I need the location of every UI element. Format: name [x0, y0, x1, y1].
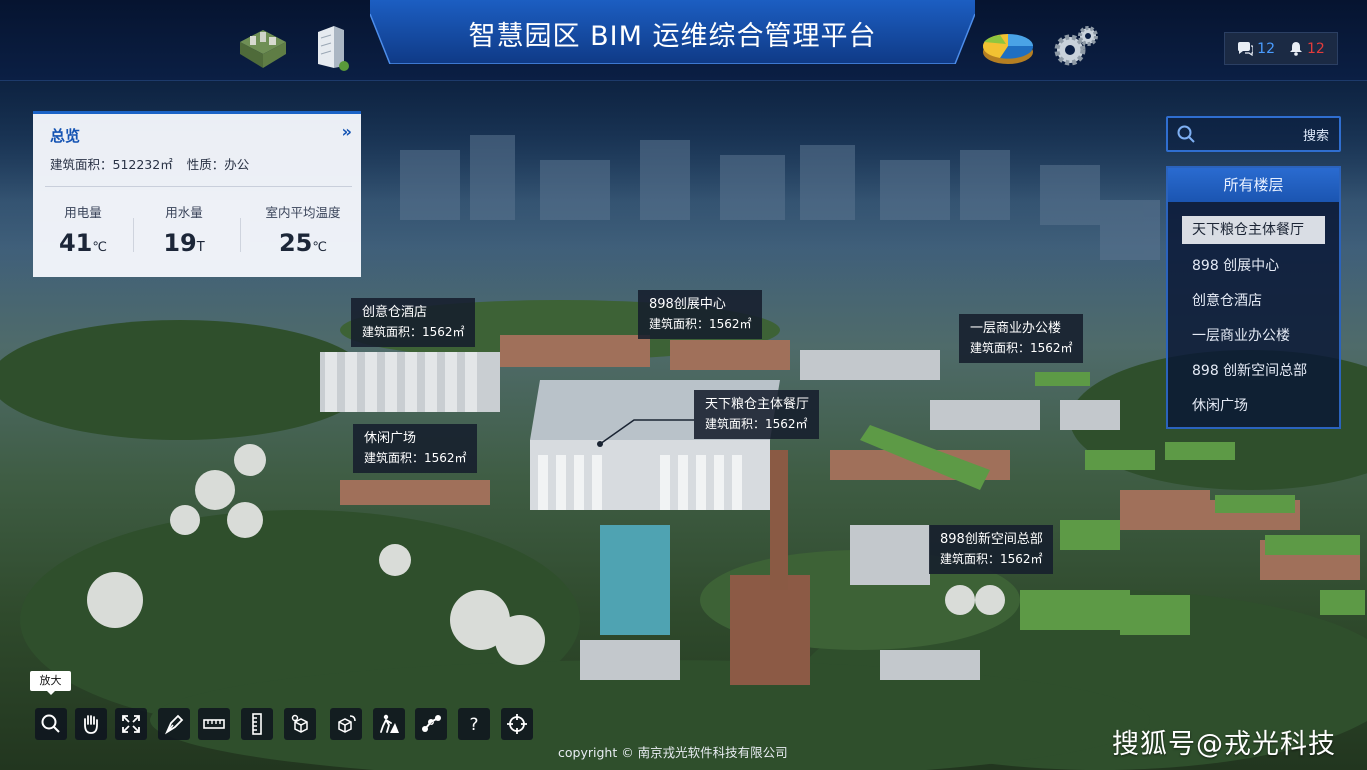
overview-panel: 总览 » 建筑面积：512232㎡ 性质：办公 用电量 41℃ 用水量 19T 室…: [33, 111, 361, 277]
help-icon: ?: [469, 715, 478, 735]
divider: [45, 186, 352, 187]
stat-value: 25℃: [253, 229, 353, 257]
floor-item-office[interactable]: 一层商业办公楼: [1182, 322, 1325, 350]
stat-label: 用电量: [64, 205, 102, 220]
pan-button[interactable]: [75, 708, 107, 740]
map-label-exhibition[interactable]: 898创展中心 建筑面积：1562㎡: [638, 290, 762, 339]
label-area: 建筑面积：1562㎡: [362, 325, 465, 339]
search-button[interactable]: 搜索: [1303, 125, 1329, 144]
search-icon: [1177, 125, 1195, 143]
label-area: 建筑面积：1562㎡: [364, 451, 467, 465]
floor-item-exhibition[interactable]: 898 创展中心: [1182, 252, 1325, 280]
stat-unit: ℃: [312, 240, 327, 255]
floor-list-title[interactable]: 所有楼层: [1168, 168, 1339, 202]
search-input[interactable]: [1202, 123, 1290, 145]
map-label-restaurant[interactable]: 天下粮仓主体餐厅 建筑面积：1562㎡: [694, 390, 820, 439]
zoom-button[interactable]: [35, 708, 67, 740]
floor-item-hotel[interactable]: 创意仓酒店: [1182, 287, 1325, 315]
cube-rotate-icon: [338, 715, 356, 733]
stat-number: 19: [163, 229, 197, 257]
map-label-innovation-hq[interactable]: 898创新空间总部 建筑面积：1562㎡: [929, 525, 1053, 574]
pan-hand-icon: [84, 715, 98, 734]
draw-pen-icon: [164, 714, 184, 735]
expand-icon[interactable]: »: [342, 122, 352, 141]
label-name: 一层商业办公楼: [970, 321, 1062, 336]
label-name: 休闲广场: [364, 431, 417, 446]
overview-title: 总览: [50, 127, 81, 145]
roam-button[interactable]: [373, 708, 405, 740]
messages-button[interactable]: 12: [1237, 41, 1275, 57]
copyright-text: copyright © 南京戎光软件科技有限公司: [558, 745, 788, 760]
stat-label: 室内平均温度: [265, 205, 341, 220]
vertical-ruler-icon: [252, 713, 262, 735]
page-title: 智慧园区 BIM 运维综合管理平台: [468, 21, 877, 52]
label-area: 建筑面积：1562㎡: [649, 317, 752, 331]
floor-item-restaurant[interactable]: 天下粮仓主体餐厅: [1182, 216, 1325, 244]
stat-unit: T: [196, 240, 205, 255]
floor-item-innovation-hq[interactable]: 898 创新空间总部: [1182, 357, 1325, 385]
stat-value: 41℃: [33, 229, 133, 257]
notification-box: 12 12: [1224, 32, 1338, 65]
label-name: 898创新空间总部: [940, 532, 1043, 547]
watermark: 搜狐号@戎光科技: [1112, 729, 1336, 760]
measure-button[interactable]: [198, 708, 230, 740]
draw-button[interactable]: [158, 708, 190, 740]
alarms-button[interactable]: 12: [1289, 41, 1325, 57]
stat-temperature: 室内平均温度 25℃: [253, 202, 353, 257]
overview-summary: 建筑面积：512232㎡ 性质：办公: [50, 154, 249, 173]
stat-unit: ℃: [92, 240, 107, 255]
pie-chart-icon[interactable]: [980, 28, 1036, 68]
label-area: 建筑面积：1562㎡: [705, 417, 808, 431]
overview-nature: 性质：办公: [186, 157, 250, 172]
bell-icon: [1290, 42, 1302, 56]
alarms-count: 12: [1307, 40, 1325, 57]
stat-separator: [240, 218, 241, 252]
map-label-plaza[interactable]: 休闲广场 建筑面积：1562㎡: [353, 424, 477, 473]
route-icon: [422, 715, 441, 732]
gears-icon[interactable]: [1050, 24, 1100, 68]
label-area: 建筑面积：1562㎡: [970, 341, 1073, 355]
label-name: 898创展中心: [649, 297, 726, 312]
zoom-icon: [41, 714, 60, 733]
chat-icon: [1238, 41, 1254, 56]
stat-value: 19T: [134, 229, 234, 257]
stat-electricity: 用电量 41℃: [33, 202, 133, 257]
stat-water: 用水量 19T: [134, 202, 234, 257]
help-button[interactable]: ?: [458, 708, 490, 740]
cube-section-icon: [291, 714, 308, 733]
locate-button[interactable]: [501, 708, 533, 740]
building-icon[interactable]: [312, 24, 352, 72]
top-header: 智慧园区 BIM 运维综合管理平台 12 12: [0, 0, 1367, 81]
section-button[interactable]: [284, 708, 316, 740]
stat-label: 用水量: [165, 205, 203, 220]
roam-person-icon: [380, 714, 399, 733]
search-box[interactable]: 搜索: [1166, 116, 1341, 152]
label-leader-line: [597, 419, 694, 447]
overview-area: 建筑面积：512232㎡: [50, 157, 173, 172]
stat-number: 41: [58, 229, 93, 257]
map-label-hotel[interactable]: 创意仓酒店 建筑面积：1562㎡: [351, 298, 475, 347]
label-name: 创意仓酒店: [362, 305, 428, 320]
locate-icon: [507, 714, 527, 734]
fullscreen-button[interactable]: [115, 708, 147, 740]
park-model-icon[interactable]: [236, 24, 290, 70]
route-button[interactable]: [415, 708, 447, 740]
map-label-office[interactable]: 一层商业办公楼 建筑面积：1562㎡: [959, 314, 1083, 363]
floor-item-plaza[interactable]: 休闲广场: [1182, 392, 1325, 420]
svg-text:?: ?: [469, 715, 478, 735]
stat-number: 25: [278, 229, 313, 257]
height-measure-button[interactable]: [241, 708, 273, 740]
label-name: 天下粮仓主体餐厅: [705, 397, 810, 412]
floor-list-panel: 所有楼层 天下粮仓主体餐厅 898 创展中心 创意仓酒店 一层商业办公楼 898…: [1166, 166, 1341, 429]
messages-count: 12: [1257, 40, 1275, 57]
fullscreen-icon: [122, 715, 140, 733]
label-area: 建筑面积：1562㎡: [940, 552, 1043, 566]
zoom-tooltip: 放大: [30, 671, 71, 695]
rotate-button[interactable]: [330, 708, 362, 740]
ruler-icon: [203, 719, 225, 729]
